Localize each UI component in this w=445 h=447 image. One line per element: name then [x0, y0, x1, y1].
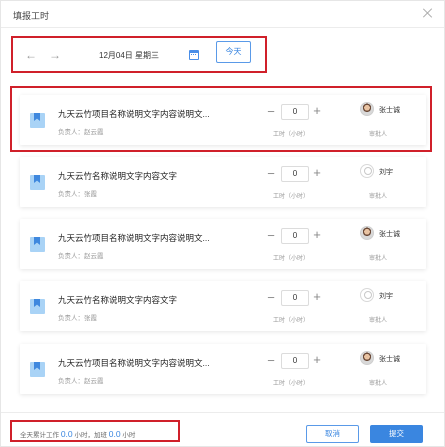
- avatar: [360, 102, 374, 116]
- approver-label: 审批人: [369, 381, 388, 387]
- increment-hours-button[interactable]: +: [311, 353, 323, 367]
- avatar: [360, 164, 374, 178]
- arrow-right-icon[interactable]: →: [46, 46, 64, 64]
- hours-label: 工时（小时）: [273, 381, 310, 387]
- close-icon[interactable]: [421, 6, 435, 20]
- project-name[interactable]: 九天云竹项目名称说明文字内容说明文...: [58, 232, 210, 244]
- hours-label: 工时（小时）: [273, 194, 310, 200]
- total-prefix: 全天累计工作: [20, 432, 59, 439]
- task-card: 九天云竹项目名称说明文字内容说明文... 负责人：赵云霞 −0 + 工时（小时） 张士诚审…: [20, 344, 426, 394]
- total-hours-value: 0.0: [60, 429, 73, 439]
- project-owner: 负责人：张霞: [58, 315, 97, 322]
- date-display[interactable]: 12月04日 星期三: [99, 50, 159, 61]
- approver-label: 审批人: [369, 256, 388, 262]
- task-card: 九天云竹项目名称说明文字内容说明文... 负责人：赵云霞 −0 + 工时（小时） 张士诚审…: [20, 219, 426, 269]
- approver-name[interactable]: 刘宇: [379, 167, 393, 177]
- overtime-unit: 小时: [122, 432, 136, 439]
- decrement-hours-button[interactable]: −: [265, 291, 277, 305]
- hours-label: 工时（小时）: [273, 132, 310, 138]
- today-button[interactable]: 今天: [216, 41, 251, 63]
- footer-divider: [1, 412, 444, 413]
- project-owner: 负责人：赵云霞: [58, 378, 104, 385]
- project-name[interactable]: 九天云竹项目名称说明文字内容说明文...: [58, 357, 210, 369]
- project-icon: [30, 362, 45, 377]
- avatar: [360, 288, 374, 302]
- project-name[interactable]: 九天云竹项目名称说明文字内容说明文...: [58, 108, 210, 120]
- project-icon: [30, 237, 45, 252]
- project-icon: [30, 299, 45, 314]
- approver-name[interactable]: 刘宇: [379, 291, 393, 301]
- avatar: [360, 226, 374, 240]
- increment-hours-button[interactable]: +: [311, 228, 323, 242]
- project-icon: [30, 113, 45, 128]
- task-card: 九天云竹项目名称说明文字内容说明文... 负责人：赵云霞 −0 + 工时（小时） 张士诚审…: [20, 95, 426, 145]
- project-icon: [30, 175, 45, 190]
- task-card: 九天云竹名称说明文字内容文字负责人：张霞 −0 + 工时（小时） 刘宇审批人: [20, 281, 426, 331]
- avatar: [360, 351, 374, 365]
- decrement-hours-button[interactable]: −: [265, 167, 277, 181]
- approver-label: 审批人: [369, 132, 388, 138]
- cancel-button[interactable]: 取消: [306, 425, 359, 443]
- decrement-hours-button[interactable]: −: [265, 229, 277, 243]
- approver-label: 审批人: [369, 318, 388, 324]
- submit-button[interactable]: 提交: [370, 425, 423, 443]
- increment-hours-button[interactable]: +: [311, 166, 323, 180]
- hours-input[interactable]: 0: [281, 104, 309, 120]
- project-name[interactable]: 九天云竹名称说明文字内容文字: [58, 170, 177, 182]
- total-unit: 小时，加班: [74, 432, 107, 439]
- project-name[interactable]: 九天云竹名称说明文字内容文字: [58, 294, 177, 306]
- dialog-titlebar: 填报工时: [1, 1, 444, 28]
- overtime-hours-value: 0.0: [108, 429, 121, 439]
- decrement-hours-button[interactable]: −: [265, 354, 277, 368]
- increment-hours-button[interactable]: +: [311, 290, 323, 304]
- hours-input[interactable]: 0: [281, 166, 309, 182]
- hours-input[interactable]: 0: [281, 353, 309, 369]
- total-hours-summary: 全天累计工作 0.0 小时，加班 0.0 小时: [20, 429, 135, 439]
- hours-input[interactable]: 0: [281, 290, 309, 306]
- project-owner: 负责人：赵云霞: [58, 253, 104, 260]
- calendar-icon[interactable]: [189, 50, 199, 60]
- project-owner: 负责人：张霞: [58, 191, 97, 198]
- project-owner: 负责人：赵云霞: [58, 129, 104, 136]
- arrow-left-icon[interactable]: ←: [22, 46, 40, 64]
- hours-label: 工时（小时）: [273, 318, 310, 324]
- approver-name[interactable]: 张士诚: [379, 105, 400, 115]
- increment-hours-button[interactable]: +: [311, 104, 323, 118]
- hours-input[interactable]: 0: [281, 228, 309, 244]
- dialog-title: 填报工时: [13, 11, 50, 21]
- decrement-hours-button[interactable]: −: [265, 105, 277, 119]
- approver-name[interactable]: 张士诚: [379, 354, 400, 364]
- timesheet-dialog: 填报工时 ← → 12月04日 星期三 今天 九天云竹项目名称说明文字内容说明文…: [0, 0, 445, 447]
- hours-label: 工时（小时）: [273, 256, 310, 262]
- task-card: 九天云竹名称说明文字内容文字负责人：张霞 −0 + 工时（小时） 刘宇审批人: [20, 157, 426, 207]
- approver-label: 审批人: [369, 194, 388, 200]
- approver-name[interactable]: 张士诚: [379, 229, 400, 239]
